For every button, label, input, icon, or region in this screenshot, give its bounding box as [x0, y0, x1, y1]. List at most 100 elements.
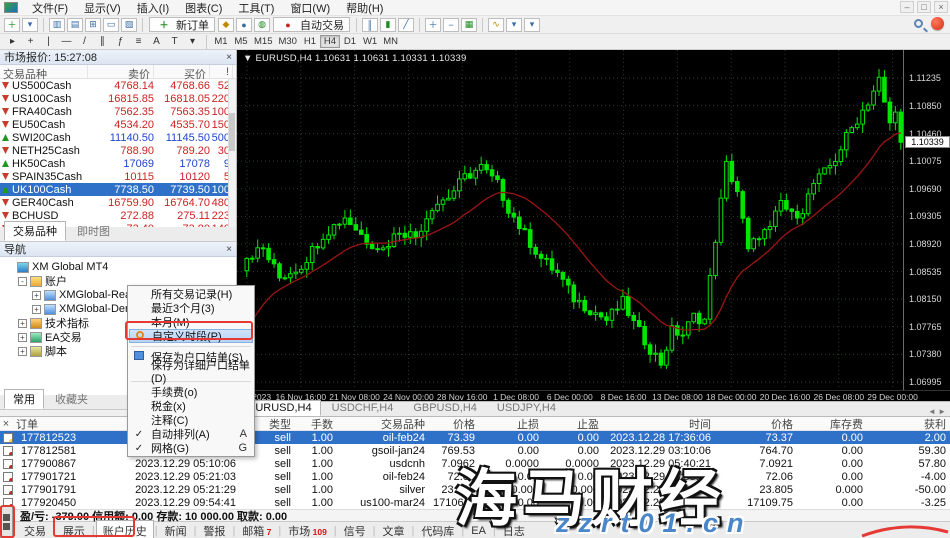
terminal-tab-信号[interactable]: 信号 [338, 521, 372, 538]
menu-item-P[interactable]: 自定义时段(P)... [129, 329, 253, 343]
history-center-icon[interactable]: ◆ [218, 18, 234, 32]
candles-icon[interactable]: ▮ [380, 18, 396, 32]
crosshair-icon[interactable]: + [22, 35, 39, 48]
market-row-NETH25Cash[interactable]: NETH25Cash788.90789.2030 [0, 144, 236, 157]
cursor-icon[interactable]: ▸ [4, 35, 21, 48]
market-row-EU50Cash[interactable]: EU50Cash4534.204535.70150 [0, 118, 236, 131]
tile-windows-icon[interactable]: ▦ [461, 18, 477, 32]
terminal-tab-新闻[interactable]: 新闻 [159, 521, 193, 538]
indicators-icon[interactable]: ∿ [488, 18, 504, 32]
terminal-tab-警报[interactable]: 警报 [197, 521, 231, 538]
timeframe-D1[interactable]: D1 [340, 35, 360, 48]
menu-W[interactable]: 窗口(W) [282, 2, 338, 16]
terminal-tab-市场[interactable]: 市场 109 [282, 521, 333, 538]
menu-item-D[interactable]: 保存为详细户口结单(D) [129, 364, 253, 378]
close-icon[interactable]: × [934, 1, 948, 13]
market-row-SWI20Cash[interactable]: SWI20Cash11140.5011145.50500 [0, 131, 236, 144]
shapes-dropdown-icon[interactable]: ▾ [184, 35, 201, 48]
community-icon[interactable]: ● [236, 18, 252, 32]
timeframe-M1[interactable]: M1 [211, 35, 231, 48]
search-icon[interactable] [914, 19, 923, 28]
strategy-tester-icon[interactable]: ▧ [121, 18, 137, 32]
new-chart-icon[interactable]: ＋ [4, 18, 20, 32]
line-chart-icon[interactable]: ╱ [398, 18, 414, 32]
market-row-GER40Cash[interactable]: GER40Cash16759.9016764.70480 [0, 196, 236, 209]
autotrading-button[interactable]: ●自动交易 [273, 17, 350, 32]
horizontal-line-icon[interactable]: — [58, 35, 75, 48]
menu-item-x[interactable]: 税金(x) [129, 399, 253, 413]
web-icon[interactable]: ◍ [254, 18, 270, 32]
market-row-UK100Cash[interactable]: UK100Cash7738.507739.50100 [0, 183, 236, 196]
terminal-tab-邮箱[interactable]: 邮箱 7 [236, 521, 277, 538]
menu-C[interactable]: 图表(C) [177, 2, 230, 16]
expander-icon[interactable]: + [18, 319, 27, 328]
close-icon[interactable]: × [226, 244, 232, 255]
price-axis[interactable]: 1.112351.108501.104601.100751.096901.093… [903, 50, 950, 390]
terminal-icon[interactable]: ▭ [103, 18, 119, 32]
templates-dropdown[interactable]: ▾ [524, 18, 540, 32]
menu-V[interactable]: 显示(V) [76, 2, 129, 16]
data-window-icon[interactable]: ▤ [67, 18, 83, 32]
label-icon[interactable]: T [166, 35, 183, 48]
restore-icon[interactable]: □ [917, 1, 931, 13]
chart-window[interactable]: ▼ EURUSD,H4 1.10631 1.10631 1.10331 1.10… [237, 50, 950, 401]
nav-tab-收藏夹[interactable]: 收藏夹 [46, 389, 97, 409]
text-icon[interactable]: A [148, 35, 165, 48]
timeframe-H4[interactable]: H4 [320, 35, 340, 48]
terminal-tab-展示[interactable]: 展示 [57, 521, 91, 538]
timeframe-MN[interactable]: MN [380, 35, 401, 48]
market-row-SPAIN35Cash[interactable]: SPAIN35Cash10115101205 [0, 170, 236, 183]
vertical-line-icon[interactable]: | [40, 35, 57, 48]
expander-icon[interactable]: + [32, 305, 41, 314]
notification-bell-icon[interactable] [931, 17, 944, 30]
timeframe-M15[interactable]: M15 [251, 35, 275, 48]
market-row-US500Cash[interactable]: US500Cash4768.144768.6652 [0, 79, 236, 92]
nav-tab-常用[interactable]: 常用 [4, 389, 44, 409]
menu-item-A[interactable]: ✓自动排列(A)A [129, 427, 253, 441]
channel-icon[interactable]: ∥ [94, 35, 111, 48]
terminal-tab-账户历史[interactable]: 账户历史 [96, 520, 154, 538]
mw-tab-交易品种[interactable]: 交易品种 [4, 221, 66, 241]
new-order-button[interactable]: ＋新订单 [149, 17, 215, 32]
tree-node-XMGlobalMT4[interactable]: XM Global MT4 [4, 260, 236, 274]
menu-item-H[interactable]: 所有交易记录(H) [129, 287, 253, 301]
menu-F[interactable]: 文件(F) [24, 2, 76, 16]
terminal-tab-交易[interactable]: 交易 [18, 521, 52, 538]
menu-item-G[interactable]: ✓网格(G)G [129, 441, 253, 455]
bars-icon[interactable]: ║ [362, 18, 378, 32]
periods-dropdown[interactable]: ▾ [506, 18, 522, 32]
navigator-icon[interactable]: ⊞ [85, 18, 101, 32]
scrollbar[interactable] [228, 79, 236, 227]
expander-icon[interactable]: + [18, 333, 27, 342]
market-row-US100Cash[interactable]: US100Cash16815.8516818.05220 [0, 92, 236, 105]
docked-panel-tab[interactable] [0, 506, 13, 538]
terminal-tab-代码库[interactable]: 代码库 [415, 521, 460, 538]
equidistant-icon[interactable]: ≡ [130, 35, 147, 48]
menu-item-C[interactable]: 注释(C) [129, 413, 253, 427]
terminal-tab-文章[interactable]: 文章 [377, 521, 411, 538]
menu-I[interactable]: 插入(I) [129, 2, 177, 16]
timeframe-W1[interactable]: W1 [360, 35, 380, 48]
zoom-out-icon[interactable]: − [443, 18, 459, 32]
chart-tab-GBPUSDH4[interactable]: GBPUSD,H4 [404, 400, 486, 416]
close-icon[interactable]: × [0, 418, 12, 430]
menu-item-o[interactable]: 手续费(o) [129, 385, 253, 399]
chart-tab-USDCHFH4[interactable]: USDCHF,H4 [323, 400, 403, 416]
mw-tab-即时图[interactable]: 即时图 [68, 221, 119, 241]
close-icon[interactable]: × [226, 52, 232, 63]
chart-tab-USDJPYH4[interactable]: USDJPY,H4 [488, 400, 565, 416]
expander-icon[interactable]: - [18, 277, 27, 286]
minimize-icon[interactable]: – [900, 1, 914, 13]
timeframe-M5[interactable]: M5 [231, 35, 251, 48]
market-row-HK50Cash[interactable]: HK50Cash17069170789 [0, 157, 236, 170]
menu-item-M[interactable]: 本月(M) [129, 315, 253, 329]
timeframe-H1[interactable]: H1 [300, 35, 320, 48]
trendline-icon[interactable]: / [76, 35, 93, 48]
market-row-FRA40Cash[interactable]: FRA40Cash7562.357563.35100 [0, 105, 236, 118]
price-chart[interactable] [237, 50, 903, 390]
expander-icon[interactable]: + [32, 291, 41, 300]
menu-H[interactable]: 帮助(H) [338, 2, 391, 16]
menu-T[interactable]: 工具(T) [230, 2, 282, 16]
expander-icon[interactable]: + [18, 347, 27, 356]
zoom-in-icon[interactable]: ＋ [425, 18, 441, 32]
